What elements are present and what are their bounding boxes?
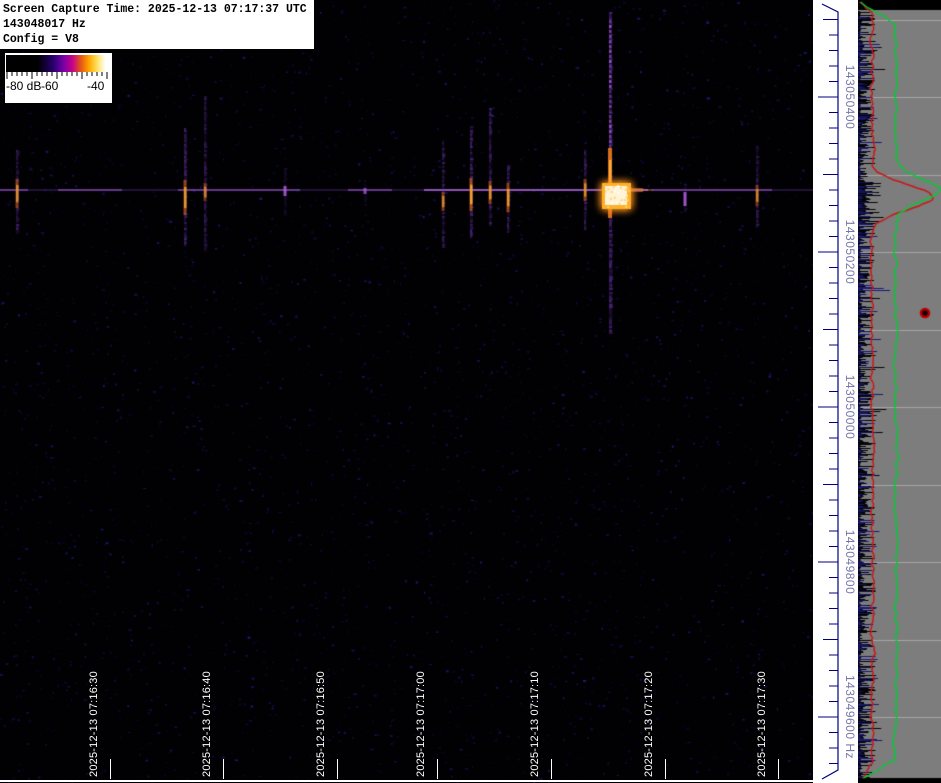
spectrum-panel [858, 0, 941, 783]
colorbar-scale-labels: -80 dB -60 -40 [5, 79, 112, 95]
bottom-border [0, 780, 813, 782]
time-tick-label: 2025-12-13 07:16:40 [201, 671, 213, 777]
frequency-ruler: 143050400 143050200 143050000 143049800 1430… [813, 0, 858, 783]
capture-time-text: Screen Capture Time: 2025-12-13 07:17:37… [3, 2, 314, 17]
time-tick-label: 2025-12-13 07:16:50 [315, 671, 327, 777]
time-tick-label: 2025-12-13 07:17:20 [643, 671, 655, 777]
colorbar-label-minus40: -40 [87, 79, 104, 93]
time-tick-mark [223, 759, 224, 779]
colorbar-label-minus80: -80 dB [6, 79, 41, 93]
capture-info-box: Screen Capture Time: 2025-12-13 07:17:37… [0, 0, 314, 49]
config-text: Config = V8 [3, 32, 314, 47]
colorbar-gradient [6, 55, 111, 72]
time-tick-mark [337, 759, 338, 779]
frequency-tick-label: 143050400 [843, 65, 857, 130]
meteor-scatter-monitor-window: Screen Capture Time: 2025-12-13 07:17:37… [0, 0, 941, 783]
time-tick-label: 2025-12-13 07:17:30 [756, 671, 768, 777]
frequency-tick-label: 143050000 [843, 375, 857, 440]
frequency-tick-label: 143050200 [843, 220, 857, 285]
time-tick-mark [437, 759, 438, 779]
time-tick-mark [110, 759, 111, 779]
frequency-text: 143048017 Hz [3, 17, 314, 32]
time-tick-label: 2025-12-13 07:17:00 [415, 671, 427, 777]
time-tick-mark [778, 759, 779, 779]
time-tick-mark [665, 759, 666, 779]
frequency-tick-label: 143049600 Hz [843, 675, 857, 759]
frequency-tick-label: 143049800 [843, 530, 857, 595]
intensity-colorbar: -80 dB -60 -40 [5, 53, 112, 103]
time-tick-mark [551, 759, 552, 779]
colorbar-label-minus60: -60 [41, 79, 58, 93]
time-tick-label: 2025-12-13 07:16:30 [88, 671, 100, 777]
time-tick-label: 2025-12-13 07:17:10 [529, 671, 541, 777]
spectrogram-waterfall [0, 0, 813, 783]
